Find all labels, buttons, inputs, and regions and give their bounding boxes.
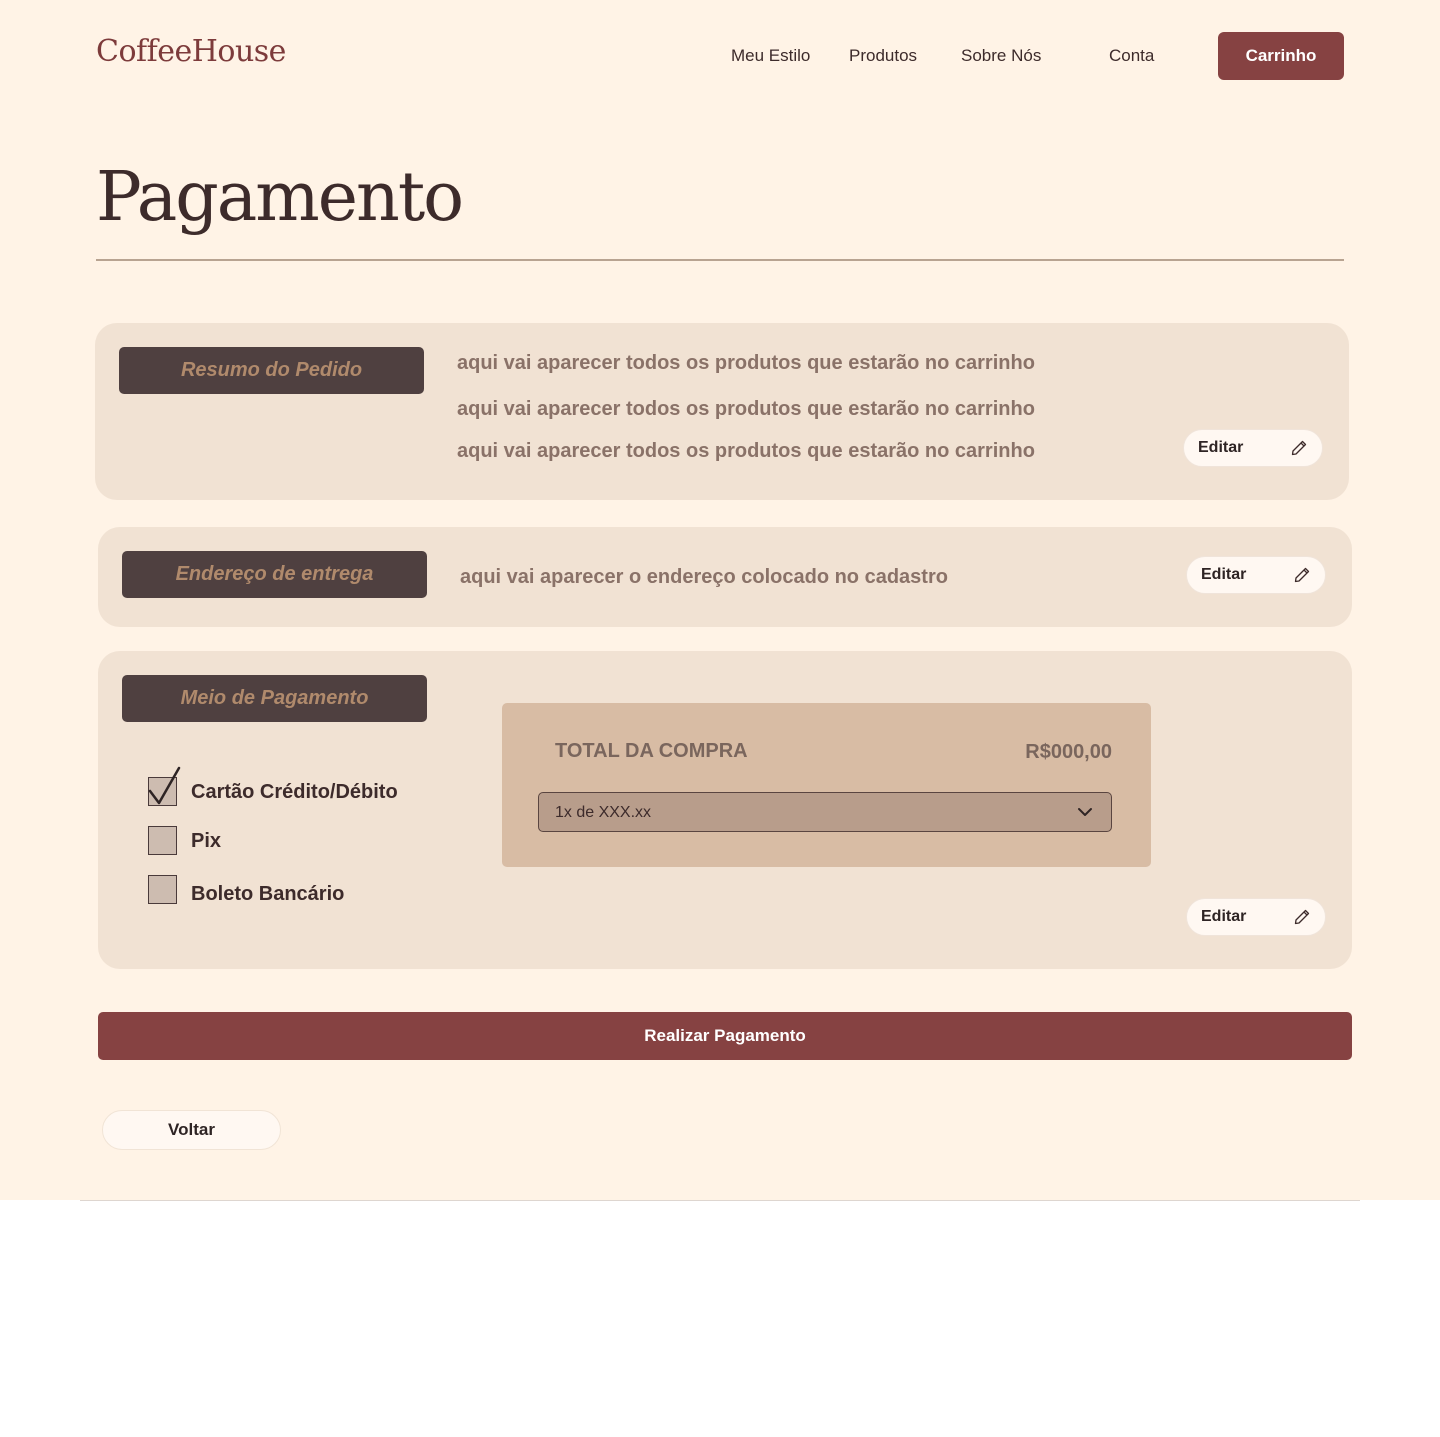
nav-produtos[interactable]: Produtos [849,46,917,66]
delivery-address-label: Endereço de entrega [122,551,427,598]
edit-order-button[interactable]: Editar [1183,429,1323,467]
installments-select[interactable]: 1x de XXX.xx [538,792,1112,832]
nav-conta[interactable]: Conta [1109,46,1154,66]
page-title: Pagamento [96,158,464,237]
total-card: TOTAL DA COMPRA R$000,00 1x de XXX.xx [502,703,1151,867]
payment-method-panel: Meio de Pagamento Cartão Crédito/Débito … [98,651,1352,969]
total-value: R$000,00 [1025,741,1112,763]
delivery-address-text: aqui vai aparecer o endereço colocado no… [460,566,948,588]
order-summary-line: aqui vai aparecer todos os produtos que … [457,352,1035,374]
pencil-icon [1294,567,1310,583]
option-boleto-label: Boleto Bancário [191,883,345,905]
cart-button[interactable]: Carrinho [1218,32,1344,80]
edit-label: Editar [1201,908,1247,925]
checkbox-card[interactable] [148,766,181,806]
footer-divider [80,1200,1360,1201]
delivery-address-panel: Endereço de entrega aqui vai aparecer o … [98,527,1352,627]
order-summary-panel: Resumo do Pedido aqui vai aparecer todos… [95,323,1349,500]
order-summary-line: aqui vai aparecer todos os produtos que … [457,398,1035,420]
payment-page: CoffeeHouse Meu Estilo Produtos Sobre Nó… [0,0,1440,1200]
edit-label: Editar [1198,439,1244,456]
pencil-icon [1294,909,1310,925]
order-summary-label: Resumo do Pedido [119,347,424,394]
nav-sobre-nos[interactable]: Sobre Nós [961,46,1041,66]
logo[interactable]: CoffeeHouse [96,34,286,69]
order-summary-line: aqui vai aparecer todos os produtos que … [457,440,1035,462]
total-label: TOTAL DA COMPRA [555,740,748,762]
chevron-down-icon [1078,808,1092,816]
back-button[interactable]: Voltar [102,1110,281,1150]
checkmark-icon [148,766,181,805]
option-card-label: Cartão Crédito/Débito [191,781,398,803]
edit-address-button[interactable]: Editar [1186,556,1326,594]
checkbox-pix[interactable] [148,826,177,855]
edit-label: Editar [1201,566,1247,583]
pencil-icon [1291,440,1307,456]
edit-payment-button[interactable]: Editar [1186,898,1326,936]
nav-meu-estilo[interactable]: Meu Estilo [731,46,810,66]
make-payment-button[interactable]: Realizar Pagamento [98,1012,1352,1060]
checkbox-boleto[interactable] [148,875,177,904]
title-divider [96,259,1344,261]
installments-value: 1x de XXX.xx [555,804,652,821]
payment-method-label: Meio de Pagamento [122,675,427,722]
option-pix-label: Pix [191,830,222,852]
